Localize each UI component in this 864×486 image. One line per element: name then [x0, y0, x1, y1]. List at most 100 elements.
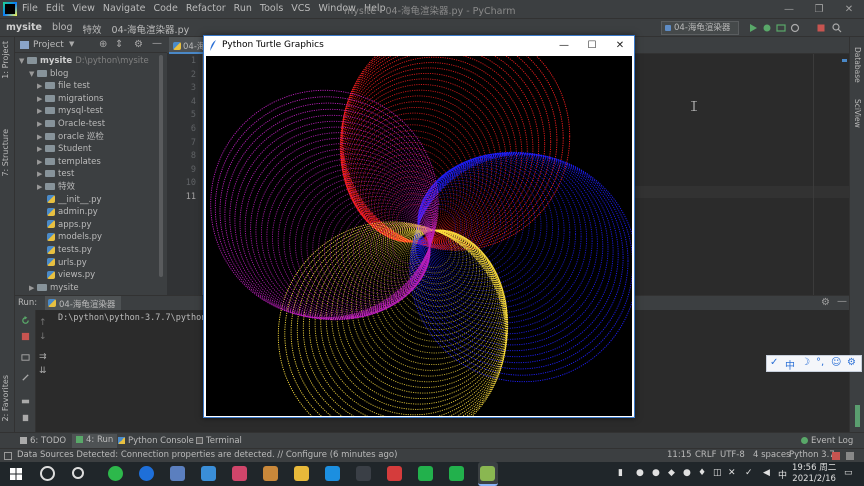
app-media-player-icon[interactable]	[356, 466, 371, 481]
tree-file[interactable]: __init__.py	[47, 194, 102, 207]
tab-run[interactable]: 4: Run	[72, 434, 118, 448]
turtle-title-bar[interactable]: Python Turtle Graphics — ☐ ✕	[204, 36, 634, 55]
chevron-right-icon[interactable]: ▶	[29, 282, 37, 294]
project-scrollbar[interactable]	[159, 55, 163, 277]
chevron-right-icon[interactable]: ▶	[37, 143, 45, 155]
tab-sciview[interactable]: SciView	[853, 99, 862, 128]
wechat-icon[interactable]	[418, 466, 433, 481]
app-media-icon[interactable]	[232, 466, 247, 481]
breadcrumb-item[interactable]: blog	[52, 22, 73, 36]
close-icon[interactable]: ✕	[834, 2, 864, 17]
tab-favorites[interactable]: 2: Favorites	[1, 375, 10, 421]
menu-edit[interactable]: Edit	[46, 3, 64, 14]
tree-folder[interactable]: ▶ 特效	[37, 181, 75, 194]
menu-file[interactable]: File	[22, 3, 38, 14]
app-chat-icon[interactable]	[449, 466, 464, 481]
chevron-down-icon[interactable]: ▼	[29, 68, 37, 80]
locate-icon[interactable]: ⊕	[99, 39, 107, 50]
tree-folder[interactable]: ▶ mysql-test	[37, 105, 103, 118]
app-bird-icon[interactable]	[325, 466, 340, 481]
soft-wrap-icon[interactable]: ⇉	[39, 352, 47, 362]
tray-app-icon[interactable]: ♦	[698, 468, 706, 478]
tree-folder[interactable]: ▶ file test	[37, 80, 90, 93]
menu-vcs[interactable]: VCS	[291, 3, 310, 14]
chevron-right-icon[interactable]: ▶	[37, 80, 45, 92]
notification-icon[interactable]: ▭	[844, 468, 853, 478]
tree-file[interactable]: views.py	[47, 269, 95, 282]
minimize-button[interactable]: —	[550, 38, 578, 53]
tray-app-icon[interactable]: ●	[636, 468, 644, 478]
stop-icon[interactable]	[816, 23, 826, 33]
maximize-button[interactable]: ☐	[578, 38, 606, 53]
chevron-down-icon[interactable]: ▼	[19, 55, 27, 67]
tree-folder[interactable]: ▶ migrations	[37, 93, 103, 106]
profile-icon[interactable]	[790, 23, 800, 33]
tab-python-console[interactable]: Python Console	[118, 436, 194, 446]
minimize-icon[interactable]: —	[774, 2, 804, 17]
breadcrumb-item[interactable]: 04-海龟渲染器.py	[112, 22, 190, 36]
debug-icon[interactable]	[762, 23, 772, 33]
user-icon[interactable]: ☺	[831, 357, 841, 368]
lock-icon[interactable]	[832, 452, 840, 460]
chevron-right-icon[interactable]: ▶	[37, 105, 45, 117]
taskbar-clock[interactable]: 19:56 周二 2021/2/16	[792, 463, 836, 485]
tree-folder[interactable]: ▶ Student	[37, 143, 91, 156]
cortana-icon[interactable]	[40, 466, 55, 481]
pin-icon[interactable]	[21, 373, 30, 382]
tree-folder[interactable]: ▶ mysite	[29, 282, 79, 295]
browser-360-icon[interactable]	[108, 466, 123, 481]
chevron-right-icon[interactable]: ▶	[37, 168, 45, 180]
coverage-icon[interactable]	[776, 23, 786, 33]
run-icon[interactable]	[748, 23, 758, 33]
menu-code[interactable]: Code	[153, 3, 177, 14]
error-stripe-marker[interactable]	[842, 59, 847, 62]
gear-icon[interactable]: ⚙	[847, 357, 856, 368]
tab-event-log[interactable]: Event Log	[801, 436, 853, 446]
arrow-up-icon[interactable]: ↑	[39, 318, 47, 328]
tree-file[interactable]: tests.py	[47, 244, 92, 257]
breadcrumb-item[interactable]: mysite	[6, 22, 42, 36]
app-k-icon[interactable]	[139, 466, 154, 481]
file-encoding[interactable]: UTF-8	[720, 450, 745, 460]
file-explorer-icon[interactable]	[294, 466, 309, 481]
run-tab[interactable]: 04-海龟渲染器	[45, 296, 122, 310]
print-icon[interactable]	[21, 397, 30, 406]
tree-folder[interactable]: ▶ Oracle-test	[37, 118, 105, 131]
tray-app-icon[interactable]: ◆	[668, 468, 675, 478]
network-icon[interactable]: ◫	[713, 468, 722, 478]
line-separator[interactable]: CRLF	[695, 450, 716, 460]
trash-icon[interactable]	[21, 413, 30, 422]
tree-folder[interactable]: ▶ templates	[37, 156, 101, 169]
tree-root-mysite[interactable]: ▼ mysite D:\python\mysite	[19, 55, 149, 68]
moon-icon[interactable]: ☽	[801, 357, 810, 368]
menu-navigate[interactable]: Navigate	[103, 3, 146, 14]
hide-panel-icon[interactable]: —	[152, 38, 162, 49]
volume-speaker-icon[interactable]: ◀	[763, 468, 770, 478]
chevron-right-icon[interactable]: ▶	[37, 93, 45, 105]
collapse-icon[interactable]: ⇕	[115, 39, 123, 50]
app-tools-icon[interactable]	[263, 466, 278, 481]
tool-windows-toggle-icon[interactable]	[4, 452, 12, 460]
app-notes-icon[interactable]	[201, 466, 216, 481]
tab-database[interactable]: Database	[853, 47, 862, 83]
inspector-icon[interactable]	[846, 452, 854, 460]
tree-file[interactable]: urls.py	[47, 257, 87, 270]
indent-setting[interactable]: 4 spaces	[753, 450, 790, 460]
ime-logo-icon[interactable]: ✓	[770, 357, 778, 368]
gear-icon[interactable]: ⚙	[821, 297, 830, 308]
status-message[interactable]: Data Sources Detected: Connection proper…	[17, 450, 397, 460]
layout-icon[interactable]	[21, 353, 30, 362]
menu-run[interactable]: Run	[234, 3, 252, 14]
tab-structure[interactable]: 7: Structure	[1, 129, 10, 177]
tab-project[interactable]: 1: Project	[1, 41, 10, 79]
caret-position[interactable]: 11:15	[667, 450, 692, 460]
volume-icon[interactable]: ✕	[728, 468, 736, 478]
python-turtle-taskbar-icon[interactable]	[478, 462, 498, 486]
app-ok-icon[interactable]	[387, 466, 402, 481]
tray-app-icon[interactable]: ●	[683, 468, 691, 478]
hide-panel-icon[interactable]: —	[837, 296, 847, 307]
punctuation-icon[interactable]: °,	[816, 357, 824, 368]
tree-folder-blog[interactable]: ▼ blog	[29, 68, 68, 81]
interpreter[interactable]: Python 3.7	[789, 450, 835, 460]
windows-start-icon[interactable]	[10, 468, 22, 480]
